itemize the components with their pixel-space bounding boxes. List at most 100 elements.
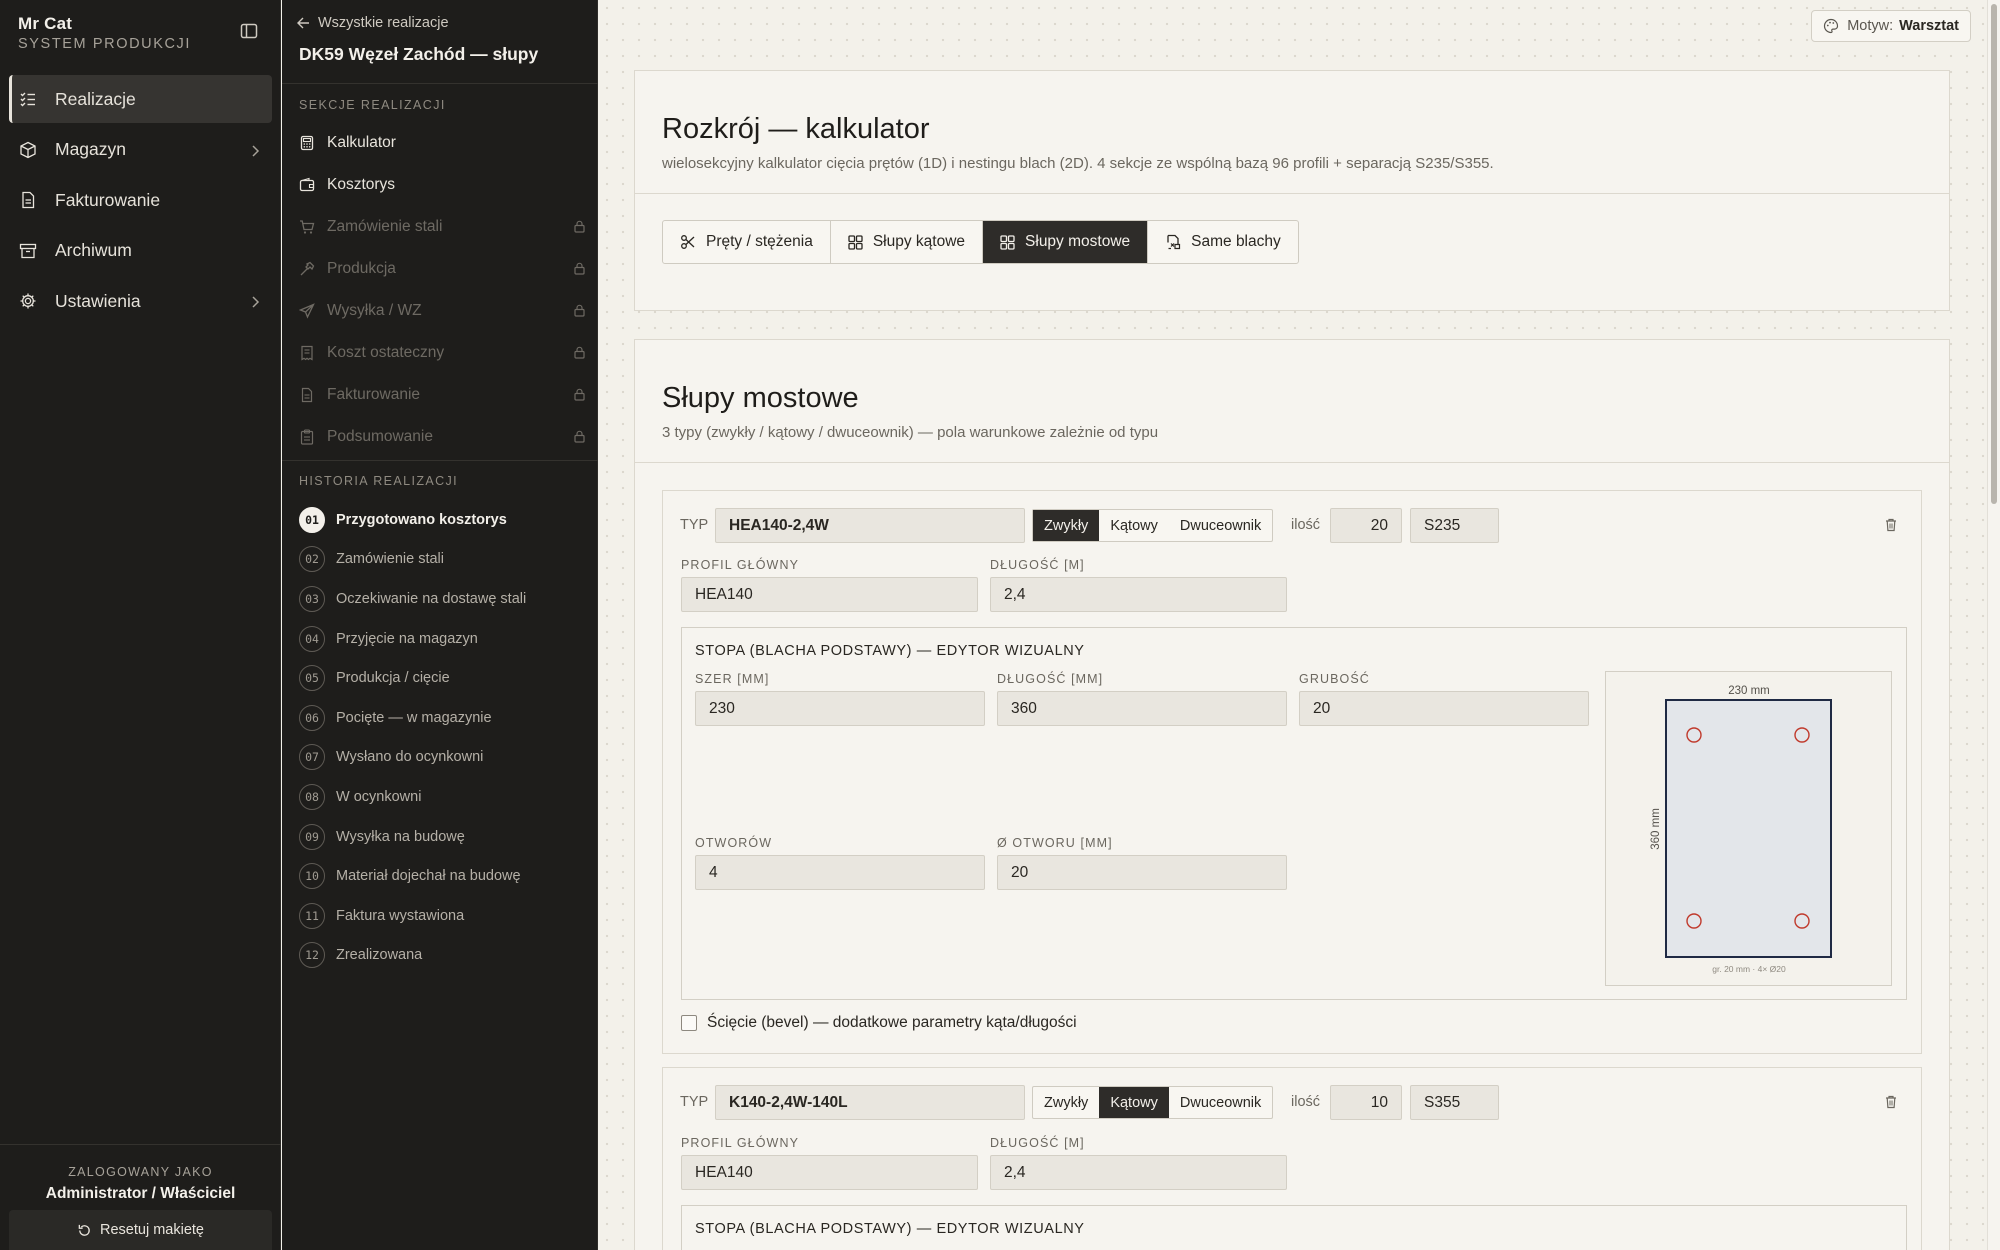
calculator-card: Rozkrój — kalkulator wielosekcyjny kalku… — [634, 70, 1950, 311]
history-label: Przyjęcie na magazyn — [336, 630, 478, 647]
tab-prety[interactable]: Pręty / stężenia — [663, 221, 831, 263]
type-selector: Zwykły Kątowy Dwuceownik — [1032, 1086, 1274, 1119]
section-item-kosztorys[interactable]: Kosztorys — [299, 164, 585, 206]
nav-label: Archiwum — [55, 240, 132, 261]
tab-slupy-katowe[interactable]: Słupy kątowe — [831, 221, 984, 263]
history-label: W ocynkowni — [336, 788, 422, 805]
section-item-wysylka[interactable]: Wysyłka / WZ — [299, 290, 585, 332]
holes-input[interactable]: 4 — [695, 855, 985, 890]
history-step-number: 10 — [299, 863, 325, 890]
grid-icon — [848, 234, 863, 250]
plate-preview: 230 mm 360 mm gr. 20 mm · 4× Ø20 — [1605, 671, 1892, 986]
hole-diameter-input[interactable]: 20 — [997, 855, 1287, 890]
length-input[interactable]: 2,4 — [990, 577, 1287, 612]
history-label: Pocięte — w magazynie — [336, 709, 492, 726]
quantity-input[interactable]: 20 — [1330, 508, 1402, 543]
divider — [282, 83, 598, 84]
project-title: DK59 Węzeł Zachód — słupy — [299, 44, 539, 64]
quantity-input[interactable]: 10 — [1330, 1085, 1402, 1120]
plate-thickness-label: GRUBOŚĆ — [1299, 672, 1370, 686]
back-link[interactable]: Wszystkie realizacje — [297, 15, 449, 31]
nav-item-realizacje[interactable]: Realizacje — [9, 75, 272, 123]
steel-grade-select[interactable]: S235 — [1410, 508, 1499, 543]
bevel-checkbox[interactable] — [681, 1015, 697, 1031]
type-code-input[interactable]: K140-2,4W-140L — [715, 1085, 1025, 1120]
section-label: Fakturowanie — [327, 386, 421, 403]
chevron-right-icon — [250, 293, 260, 314]
nav-item-fakturowanie[interactable]: Fakturowanie — [9, 176, 272, 224]
tab-slupy-mostowe[interactable]: Słupy mostowe — [983, 221, 1149, 263]
history-step-number: 08 — [299, 783, 325, 810]
reset-mockup-button[interactable]: Resetuj makietę — [9, 1210, 272, 1250]
tab-same-blachy[interactable]: Same blachy — [1148, 221, 1298, 263]
quantity-label: ilość — [1291, 517, 1321, 533]
type-option-katowy[interactable]: Kątowy — [1099, 1087, 1169, 1118]
reset-icon — [77, 1223, 92, 1238]
user-role: Administrator / Właściciel — [45, 1185, 236, 1202]
section-label: Produkcja — [327, 260, 396, 277]
length-input[interactable]: 2,4 — [990, 1155, 1287, 1190]
section-item-podsumowanie[interactable]: Podsumowanie — [299, 416, 585, 458]
history-label: Produkcja / cięcie — [336, 670, 450, 687]
nav-label: Magazyn — [55, 139, 127, 160]
calculator-tabs: Pręty / stężenia Słupy kątowe Słupy most… — [662, 220, 1299, 264]
history-step-number: 04 — [299, 625, 325, 652]
profile-input[interactable]: HEA140 — [681, 577, 978, 612]
trash-icon[interactable] — [1885, 518, 1897, 532]
lock-icon — [574, 262, 585, 275]
scrollbar-thumb[interactable] — [1991, 4, 1997, 504]
type-option-zwykly[interactable]: Zwykły — [1033, 510, 1100, 541]
user-caption: ZALOGOWANY JAKO — [68, 1165, 213, 1179]
section-title: Słupy mostowe — [662, 382, 859, 414]
section-item-fakturowanie[interactable]: Fakturowanie — [299, 374, 585, 416]
post-row: TYP HEA140-2,4W Zwykły Kątowy Dwuceownik… — [662, 490, 1922, 1054]
type-option-zwykly[interactable]: Zwykły — [1033, 1087, 1099, 1118]
profile-input[interactable]: HEA140 — [681, 1155, 978, 1190]
trash-icon[interactable] — [1885, 1095, 1897, 1109]
receipt-icon — [299, 345, 315, 361]
plate-thickness-input[interactable]: 20 — [1299, 691, 1589, 726]
section-item-kalkulator[interactable]: Kalkulator — [299, 122, 585, 164]
history-step-number: 12 — [299, 942, 325, 969]
section-label: Koszt ostateczny — [327, 344, 445, 361]
cart-icon — [299, 219, 315, 235]
steel-grade-select[interactable]: S355 — [1410, 1085, 1499, 1120]
plate-length-input[interactable]: 360 — [997, 691, 1287, 726]
sidebar-toggle-icon[interactable] — [240, 22, 262, 44]
section-label: Kalkulator — [327, 134, 396, 151]
tab-label: Pręty / stężenia — [706, 233, 813, 250]
brand: Mr Cat SYSTEM PRODUKCJI — [18, 14, 191, 52]
section-item-produkcja[interactable]: Produkcja — [299, 248, 585, 290]
nav-item-archiwum[interactable]: Archiwum — [9, 227, 272, 275]
history-caption: HISTORIA REALIZACJI — [299, 474, 459, 488]
history-label: Przygotowano kosztorys — [336, 511, 507, 528]
section-item-zamowienie-stali[interactable]: Zamówienie stali — [299, 206, 585, 248]
nav-item-ustawienia[interactable]: Ustawienia — [9, 277, 272, 325]
history-item: 12 Zrealizowana — [299, 936, 585, 976]
base-plate-title: STOPA (BLACHA PODSTAWY) — EDYTOR WIZUALN… — [695, 1221, 1085, 1237]
nav-item-magazyn[interactable]: Magazyn — [9, 126, 272, 174]
profile-label: PROFIL GŁÓWNY — [681, 558, 800, 572]
plate-length-label: DŁUGOŚĆ [MM] — [997, 672, 1104, 686]
divider — [635, 193, 1949, 194]
tab-label: Słupy mostowe — [1025, 233, 1131, 250]
type-code-input[interactable]: HEA140-2,4W — [715, 508, 1025, 543]
hole-diameter-label: Ø OTWORU [MM] — [997, 836, 1113, 850]
section-item-koszt-ostateczny[interactable]: Koszt ostateczny — [299, 332, 585, 374]
lock-icon — [574, 346, 585, 359]
theme-value: Warsztat — [1899, 18, 1959, 34]
plate-width-input[interactable]: 230 — [695, 691, 985, 726]
type-option-dwuceownik[interactable]: Dwuceownik — [1169, 510, 1272, 541]
brand-name: Mr Cat — [18, 14, 73, 33]
holes-label: OTWORÓW — [695, 836, 773, 850]
type-option-katowy[interactable]: Kątowy — [1099, 510, 1169, 541]
nav-label: Realizacje — [55, 88, 136, 109]
theme-switcher[interactable]: Motyw: Warsztat — [1811, 10, 1971, 42]
history-step-number: 07 — [299, 744, 325, 771]
calculator-subtitle: wielosekcyjny kalkulator cięcia prętów (… — [662, 155, 1494, 172]
nav-label: Ustawienia — [55, 290, 141, 311]
type-option-dwuceownik[interactable]: Dwuceownik — [1169, 1087, 1272, 1118]
post-row: TYP K140-2,4W-140L Zwykły Kątowy Dwuceow… — [662, 1067, 1922, 1250]
invoice-icon — [299, 387, 315, 403]
main-scrollbar[interactable] — [1987, 0, 2000, 1250]
